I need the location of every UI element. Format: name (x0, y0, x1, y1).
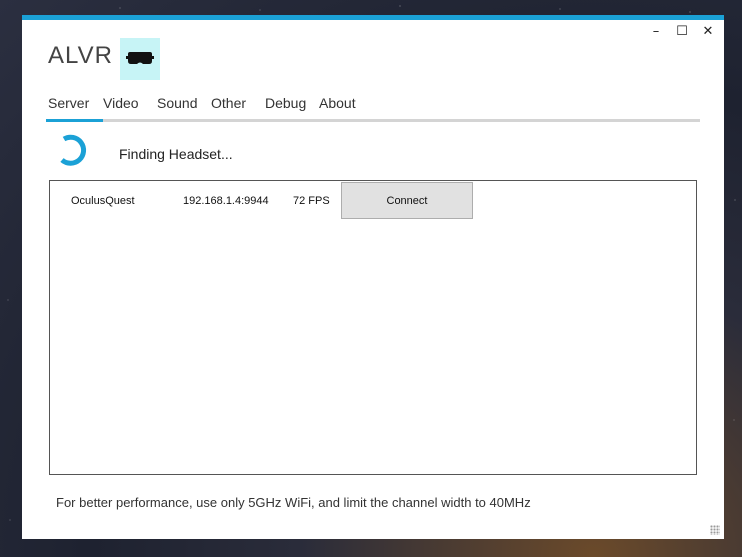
tab-server[interactable]: Server (45, 95, 104, 122)
close-button[interactable]: ✕ (702, 24, 714, 39)
app-logo (120, 38, 160, 80)
tab-debug[interactable]: Debug (265, 95, 306, 116)
window-controls: – ☐ ✕ (650, 24, 714, 39)
tab-sound[interactable]: Sound (157, 95, 197, 116)
headset-list[interactable]: OculusQuest 192.168.1.4:9944 72 FPS Conn… (49, 180, 697, 475)
device-name: OculusQuest (71, 195, 135, 207)
minimize-button[interactable]: – (650, 24, 662, 39)
app-title: ALVR (48, 42, 113, 69)
tab-video[interactable]: Video (103, 95, 139, 116)
vr-headset-icon (126, 52, 154, 64)
device-fps: 72 FPS (293, 195, 330, 207)
resize-grip[interactable] (710, 525, 720, 535)
connect-button[interactable]: Connect (341, 182, 473, 219)
status-text: Finding Headset... (119, 146, 233, 162)
device-address: 192.168.1.4:9944 (183, 195, 269, 207)
app-window: – ☐ ✕ ALVR Server Video Sound Other Debu… (22, 15, 724, 539)
loading-spinner-icon (60, 134, 87, 166)
maximize-button[interactable]: ☐ (676, 24, 688, 39)
tab-bar: Server Video Sound Other Debug About (45, 95, 700, 122)
list-item: OculusQuest 192.168.1.4:9944 72 FPS Conn… (50, 181, 696, 221)
performance-hint: For better performance, use only 5GHz Wi… (56, 495, 531, 510)
tab-other[interactable]: Other (211, 95, 246, 116)
tab-about[interactable]: About (319, 95, 356, 116)
